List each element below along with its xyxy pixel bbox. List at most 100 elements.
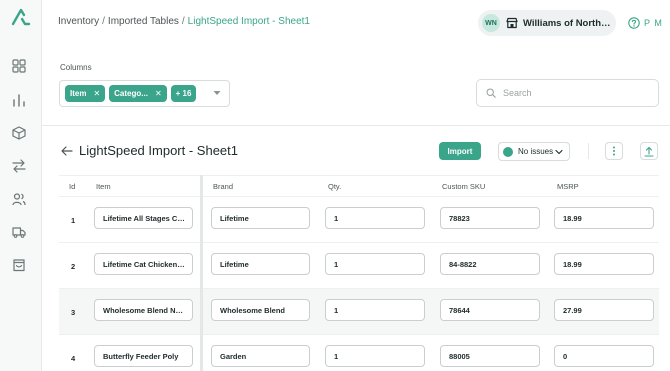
qty-value: 1 xyxy=(334,259,339,269)
msrp-field[interactable]: 18.99 xyxy=(554,207,654,229)
divider xyxy=(42,125,670,126)
item-value: Lifetime Cat Chicken T... xyxy=(103,259,190,269)
box-icon[interactable] xyxy=(12,126,26,140)
breadcrumb: Inventory / Imported Tables / LightSpeed Imp… xyxy=(58,16,310,27)
import-table: Id Item Brand Qty. Custom SKU MSRP 1 Lif… xyxy=(59,175,659,371)
table-row: 1 Lifetime All Stages Cat ... Lifetime 1… xyxy=(59,197,659,243)
qty-value: 1 xyxy=(334,351,339,361)
kebab-icon xyxy=(613,146,615,156)
table-header: Id Item Brand Qty. Custom SKU MSRP xyxy=(59,175,659,197)
column-header-id[interactable]: Id xyxy=(69,182,75,191)
msrp-value: 18.99 xyxy=(563,259,582,269)
sku-value: 84-8822 xyxy=(449,259,477,269)
msrp-field[interactable]: 18.99 xyxy=(554,253,654,275)
issues-label: No issues xyxy=(518,147,554,156)
qty-field[interactable]: 1 xyxy=(325,207,425,229)
qty-field[interactable]: 1 xyxy=(325,253,425,275)
item-value: Wholesome Blend Nat... xyxy=(103,305,189,315)
brand-field[interactable]: Garden xyxy=(211,345,310,367)
brand-field[interactable]: Lifetime xyxy=(211,253,310,275)
columns-select[interactable]: Item ✕ Catego... ✕ + 16 xyxy=(59,80,230,107)
store-name: Williams of Northam... xyxy=(523,17,615,29)
analytics-icon[interactable] xyxy=(12,93,26,107)
column-header-custom-sku[interactable]: Custom SKU xyxy=(442,182,485,191)
transfer-icon[interactable] xyxy=(12,159,26,173)
msrp-value: 18.99 xyxy=(563,213,582,223)
more-options-button[interactable] xyxy=(605,142,623,160)
sku-field[interactable]: 88005 xyxy=(440,345,540,367)
row-id: 3 xyxy=(71,308,76,317)
logo-icon[interactable] xyxy=(11,8,31,26)
msrp-value: 0 xyxy=(563,351,568,361)
frozen-column-divider xyxy=(200,175,203,371)
row-id: 4 xyxy=(71,354,76,363)
brand-field[interactable]: Wholesome Blend xyxy=(211,299,310,321)
dashboard-grid-icon[interactable] xyxy=(12,59,26,73)
status-dot xyxy=(503,146,513,157)
upload-icon xyxy=(644,146,654,157)
breadcrumb-current: LightSpeed Import - Sheet1 xyxy=(187,16,310,27)
column-chip-item[interactable]: Item ✕ xyxy=(65,85,106,102)
columns-label: Columns xyxy=(60,63,92,72)
qty-field[interactable]: 1 xyxy=(325,345,425,367)
sku-field[interactable]: 84-8822 xyxy=(440,253,540,275)
brand-value: Lifetime xyxy=(220,213,249,223)
msrp-field[interactable]: 27.99 xyxy=(554,299,654,321)
item-field[interactable]: Wholesome Blend Nat... xyxy=(94,299,193,321)
bag-icon[interactable] xyxy=(12,258,26,272)
brand-value: Lifetime xyxy=(220,259,249,269)
import-button[interactable]: Import xyxy=(439,142,481,160)
qty-value: 1 xyxy=(334,305,339,315)
column-header-item[interactable]: Item xyxy=(96,182,111,191)
remove-chip-icon[interactable]: ✕ xyxy=(155,89,162,98)
table-row: 3 Wholesome Blend Nat... Wholesome Blend… xyxy=(59,289,659,335)
column-header-msrp[interactable]: MSRP xyxy=(557,182,579,191)
help-button[interactable]: P M xyxy=(628,17,663,29)
page-title: LightSpeed Import - Sheet1 xyxy=(79,143,238,158)
column-header-qty[interactable]: Qty. xyxy=(328,182,341,191)
issues-filter-select[interactable]: No issues xyxy=(498,142,570,161)
brand-field[interactable]: Lifetime xyxy=(211,207,310,229)
help-label: P M xyxy=(644,18,663,28)
users-icon[interactable] xyxy=(12,192,26,206)
column-header-brand[interactable]: Brand xyxy=(213,182,233,191)
back-arrow-icon[interactable] xyxy=(61,146,73,156)
sku-field[interactable]: 78644 xyxy=(440,299,540,321)
breadcrumb-inventory[interactable]: Inventory xyxy=(58,16,99,27)
more-columns-chip[interactable]: + 16 xyxy=(170,85,197,102)
item-field[interactable]: Butterfly Feeder Poly xyxy=(94,345,193,367)
export-button[interactable] xyxy=(640,142,658,160)
breadcrumb-imported-tables[interactable]: Imported Tables xyxy=(108,16,179,27)
sidebar xyxy=(0,0,42,371)
search-input[interactable] xyxy=(503,88,643,98)
item-value: Butterfly Feeder Poly xyxy=(103,351,179,361)
breadcrumb-separator: / xyxy=(181,16,185,27)
breadcrumb-separator: / xyxy=(102,16,105,27)
caret-down-icon[interactable] xyxy=(213,90,221,96)
qty-value: 1 xyxy=(334,213,339,223)
row-id: 1 xyxy=(71,216,76,225)
store-icon xyxy=(506,17,518,29)
sku-field[interactable]: 78823 xyxy=(440,207,540,229)
avatar: WN xyxy=(482,14,500,32)
table-row: 2 Lifetime Cat Chicken T... Lifetime 1 8… xyxy=(59,243,659,289)
msrp-field[interactable]: 0 xyxy=(554,345,654,367)
item-field[interactable]: Lifetime Cat Chicken T... xyxy=(94,253,193,275)
brand-value: Wholesome Blend xyxy=(220,305,286,315)
table-row: 4 Butterfly Feeder Poly Garden 1 88005 0 xyxy=(59,335,659,371)
sku-value: 78644 xyxy=(449,305,470,315)
store-selector[interactable]: WN Williams of Northam... xyxy=(478,10,616,36)
brand-value: Garden xyxy=(220,351,247,361)
row-id: 2 xyxy=(71,262,76,271)
chip-label: Item xyxy=(70,89,87,98)
sku-value: 78823 xyxy=(449,213,470,223)
toolbar-separator xyxy=(588,143,589,159)
remove-chip-icon[interactable]: ✕ xyxy=(93,89,100,98)
item-field[interactable]: Lifetime All Stages Cat ... xyxy=(94,207,193,229)
column-chip-category[interactable]: Catego... ✕ xyxy=(109,85,167,102)
qty-field[interactable]: 1 xyxy=(325,299,425,321)
search-box[interactable] xyxy=(476,79,659,107)
sku-value: 88005 xyxy=(449,351,470,361)
chip-label: Catego... xyxy=(114,89,148,98)
truck-icon[interactable] xyxy=(12,225,26,239)
